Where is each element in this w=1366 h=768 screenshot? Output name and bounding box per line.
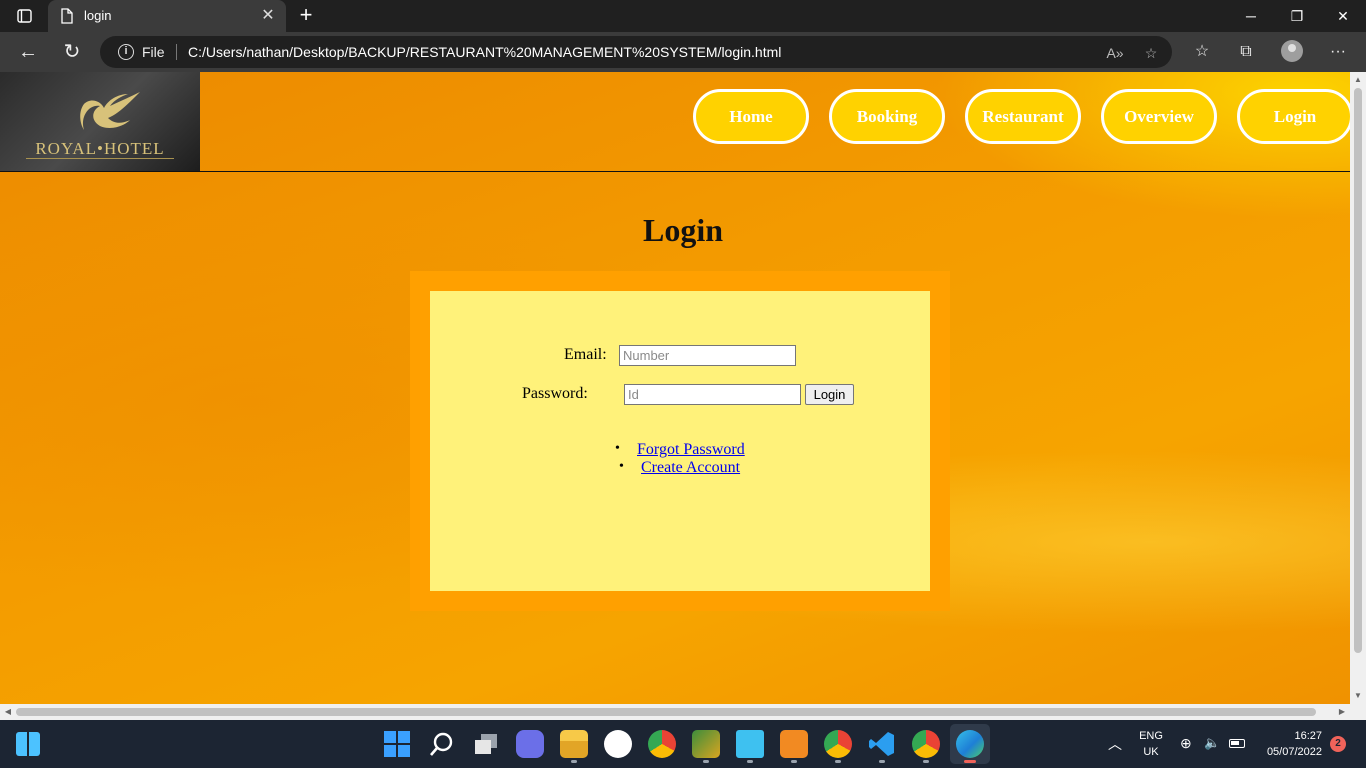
login-button[interactable]: Login bbox=[805, 384, 854, 405]
tab-title: login bbox=[84, 8, 112, 23]
collections-icon[interactable]: ⧉ bbox=[1232, 38, 1260, 66]
chrome-profile-icon[interactable] bbox=[912, 730, 940, 758]
profile-avatar[interactable] bbox=[1281, 40, 1303, 62]
show-hidden-icons[interactable]: ︿ bbox=[1108, 734, 1122, 754]
file-label: File bbox=[142, 44, 165, 60]
chat-icon[interactable] bbox=[516, 730, 544, 758]
scroll-down-icon[interactable]: ▼ bbox=[1350, 688, 1366, 704]
create-account-link[interactable]: Create Account bbox=[641, 459, 740, 476]
password-label: Password: bbox=[522, 385, 588, 402]
vertical-scroll-thumb[interactable] bbox=[1354, 88, 1362, 653]
logo-underline bbox=[26, 158, 174, 159]
nav-login[interactable]: Login bbox=[1237, 89, 1350, 144]
running-indicator bbox=[747, 760, 753, 763]
nav-booking[interactable]: Booking bbox=[829, 89, 945, 144]
list-item: • Forgot Password bbox=[615, 441, 745, 459]
browser-tab[interactable]: login ✕ bbox=[48, 0, 286, 32]
royal-hotel-logo[interactable]: ROYAL•HOTEL bbox=[0, 72, 200, 171]
running-indicator bbox=[571, 760, 577, 763]
login-panel: Email: Password: Login • Forgot Password… bbox=[410, 271, 950, 611]
running-indicator bbox=[703, 760, 709, 763]
notification-badge[interactable]: 2 bbox=[1330, 736, 1346, 752]
back-icon[interactable]: ← bbox=[14, 38, 42, 66]
widgets-icon[interactable] bbox=[16, 732, 40, 756]
site-header: ROYAL•HOTEL Home Booking Restaurant Over… bbox=[0, 72, 1350, 172]
url-text[interactable]: C:/Users/nathan/Desktop/BACKUP/RESTAURAN… bbox=[188, 44, 781, 60]
nav-restaurant[interactable]: Restaurant bbox=[965, 89, 1081, 144]
address-toolbar: ← ↻ i File C:/Users/nathan/Desktop/BACKU… bbox=[0, 32, 1366, 72]
scroll-up-icon[interactable]: ▲ bbox=[1350, 72, 1366, 88]
volume-icon[interactable]: 🔈 bbox=[1204, 735, 1220, 751]
scroll-left-icon[interactable]: ◀ bbox=[0, 704, 16, 720]
network-icon[interactable]: ⊕ bbox=[1180, 735, 1192, 752]
horizontal-scroll-thumb[interactable] bbox=[16, 708, 1316, 716]
vscode-icon[interactable] bbox=[868, 730, 896, 758]
clock-time[interactable]: 16:27 bbox=[1262, 730, 1322, 742]
address-bar[interactable]: i File C:/Users/nathan/Desktop/BACKUP/RE… bbox=[100, 36, 1172, 68]
window-close-icon[interactable]: ✕ bbox=[1320, 0, 1366, 32]
password-field[interactable] bbox=[624, 384, 801, 405]
bullet: • bbox=[615, 441, 620, 456]
app-icon[interactable] bbox=[692, 730, 720, 758]
page-icon bbox=[60, 8, 74, 29]
read-aloud-icon[interactable]: A» bbox=[1104, 42, 1126, 64]
nav-home[interactable]: Home bbox=[693, 89, 809, 144]
new-tab-icon[interactable]: + bbox=[294, 4, 318, 28]
forgot-password-link[interactable]: Forgot Password bbox=[637, 441, 745, 458]
add-favorite-icon[interactable]: ☆ bbox=[1140, 42, 1162, 64]
info-icon[interactable]: i bbox=[118, 44, 134, 60]
edge-icon[interactable] bbox=[956, 730, 984, 758]
running-indicator bbox=[791, 760, 797, 763]
chrome-profile-icon[interactable] bbox=[824, 730, 852, 758]
refresh-icon[interactable]: ↻ bbox=[58, 38, 86, 66]
start-icon[interactable] bbox=[384, 731, 410, 757]
region-indicator[interactable]: UK bbox=[1138, 746, 1164, 758]
active-indicator bbox=[964, 760, 976, 763]
battery-icon[interactable] bbox=[1229, 739, 1245, 748]
chrome-icon[interactable] bbox=[648, 730, 676, 758]
email-label: Email: bbox=[564, 346, 607, 363]
horizontal-scrollbar[interactable]: ◀ ▶ bbox=[0, 704, 1366, 720]
writer-app-icon[interactable] bbox=[604, 730, 632, 758]
nav-overview[interactable]: Overview bbox=[1101, 89, 1217, 144]
running-indicator bbox=[923, 760, 929, 763]
tab-close-icon[interactable]: ✕ bbox=[258, 6, 278, 26]
page-title: Login bbox=[642, 212, 724, 248]
email-field[interactable] bbox=[619, 345, 796, 366]
scroll-right-icon[interactable]: ▶ bbox=[1334, 704, 1350, 720]
search-icon[interactable] bbox=[428, 730, 456, 758]
task-view-icon[interactable] bbox=[472, 730, 500, 758]
language-indicator[interactable]: ENG bbox=[1138, 730, 1164, 742]
running-indicator bbox=[879, 760, 885, 763]
restore-icon[interactable]: ❐ bbox=[1274, 0, 1320, 32]
page-viewport: ROYAL•HOTEL Home Booking Restaurant Over… bbox=[0, 72, 1350, 704]
xampp-icon[interactable] bbox=[780, 730, 808, 758]
vertical-scrollbar[interactable]: ▲ ▼ bbox=[1350, 72, 1366, 704]
file-explorer-icon[interactable] bbox=[560, 730, 588, 758]
bullet: • bbox=[619, 459, 624, 474]
tab-actions-icon[interactable] bbox=[8, 4, 40, 28]
taskbar: ︿ ENG UK ⊕ 🔈 16:27 05/07/2022 bbox=[0, 720, 1366, 768]
minimize-icon[interactable]: ─ bbox=[1228, 0, 1274, 32]
divider bbox=[176, 44, 177, 60]
notepad-icon[interactable] bbox=[736, 730, 764, 758]
login-form: Email: Password: Login • Forgot Password… bbox=[430, 291, 930, 591]
swan-icon bbox=[80, 92, 140, 130]
logo-text: ROYAL•HOTEL bbox=[35, 139, 165, 158]
clock-date[interactable]: 05/07/2022 bbox=[1256, 746, 1322, 758]
more-options-icon[interactable]: ··· bbox=[1324, 38, 1352, 66]
list-item: • Create Account bbox=[619, 459, 740, 477]
favorites-icon[interactable]: ☆ bbox=[1188, 38, 1216, 66]
browser-tab-bar: login ✕ + ─ ❐ ✕ bbox=[0, 0, 1366, 32]
running-indicator bbox=[835, 760, 841, 763]
